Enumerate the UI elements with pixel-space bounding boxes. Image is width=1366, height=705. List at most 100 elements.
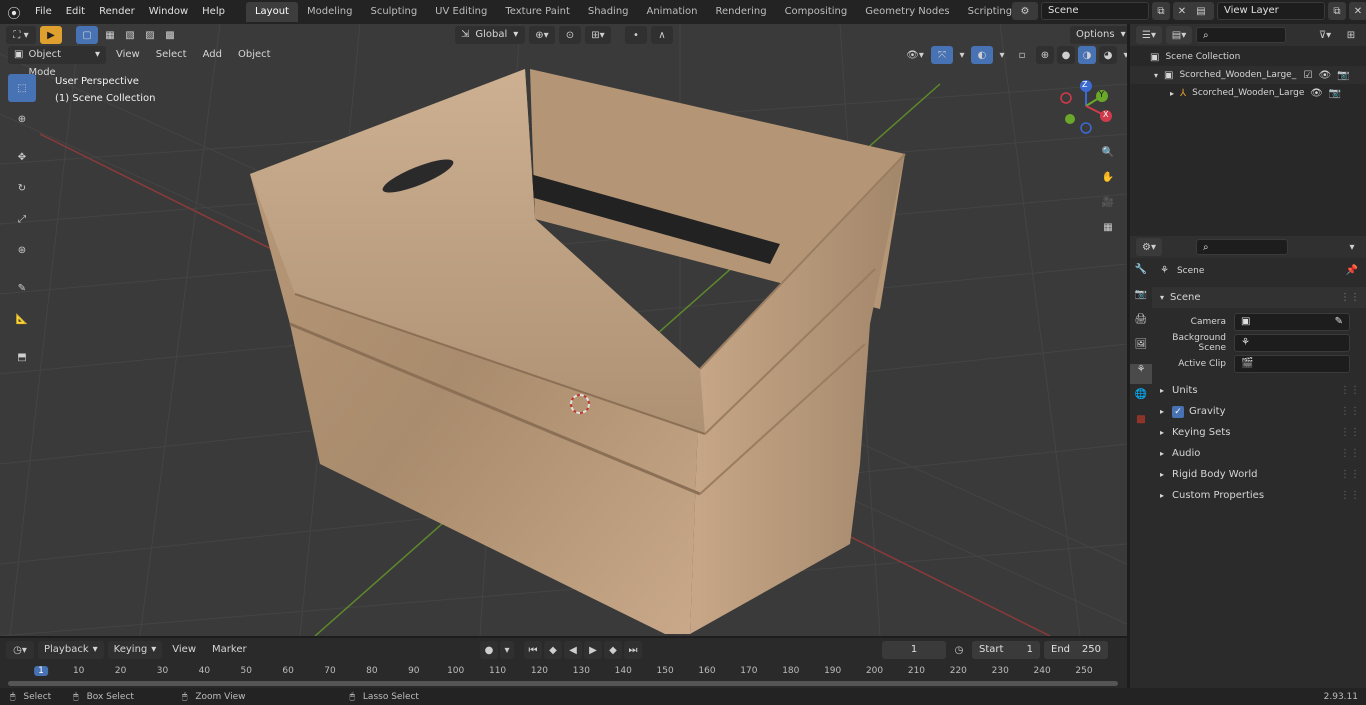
drag-handle-icon[interactable]: ⋮⋮ bbox=[1340, 406, 1366, 417]
menu-help[interactable]: Help bbox=[195, 2, 232, 22]
tab-uv-editing[interactable]: UV Editing bbox=[426, 2, 496, 22]
drag-handle-icon[interactable]: ⋮⋮ bbox=[1340, 448, 1366, 459]
marker-menu[interactable]: Marker bbox=[206, 641, 253, 659]
overlays-toggle-icon[interactable]: ◐ bbox=[971, 46, 993, 64]
menu-select[interactable]: Select bbox=[150, 46, 193, 64]
mode-dropdown[interactable]: ▣ Object Mode ▾ bbox=[8, 46, 106, 78]
eye-icon[interactable]: 👁 bbox=[1310, 88, 1323, 99]
shading-wireframe-icon[interactable]: ⊕ bbox=[1036, 46, 1054, 64]
play-icon[interactable]: ▶ bbox=[584, 641, 602, 659]
menu-render[interactable]: Render bbox=[92, 2, 142, 22]
perspective-grid-icon[interactable]: ▦ bbox=[1097, 216, 1119, 238]
outliner-row[interactable]: ▾ ▣ Scorched_Wooden_Large_Hig ☑ 👁 📷 bbox=[1130, 66, 1366, 84]
scene-selector-icon[interactable]: ⚙ bbox=[1012, 2, 1038, 20]
record-dropdown-icon[interactable]: ▾ bbox=[500, 641, 514, 659]
filter-icon[interactable]: ⊽▾ bbox=[1312, 26, 1338, 44]
select-subtract-icon[interactable]: ▧ bbox=[122, 26, 138, 44]
transform-tool-icon[interactable]: ⊛ bbox=[8, 236, 36, 264]
gravity-checkbox[interactable]: ✓ bbox=[1172, 405, 1184, 418]
camera-field[interactable]: ▣ ✎ bbox=[1234, 312, 1350, 331]
scale-tool-icon[interactable]: ⤢ bbox=[8, 205, 36, 233]
menu-add[interactable]: Add bbox=[197, 46, 228, 64]
menu-view[interactable]: View bbox=[110, 46, 146, 64]
tab-sculpting[interactable]: Sculpting bbox=[361, 2, 426, 22]
gizmo-dropdown-icon[interactable]: ▾ bbox=[956, 46, 968, 64]
panel-keying-sets[interactable]: ▸ Keying Sets ⋮⋮ bbox=[1152, 422, 1366, 443]
play-reverse-icon[interactable]: ◀ bbox=[564, 641, 582, 659]
snap-target-icon[interactable]: ⊞▾ bbox=[585, 26, 611, 44]
select-intersect-icon[interactable]: ▩ bbox=[162, 26, 178, 44]
tab-rendering[interactable]: Rendering bbox=[706, 2, 775, 22]
orientation-dropdown[interactable]: ⇲ Global ▾ bbox=[455, 26, 525, 44]
scene-tab-icon[interactable]: ⚘ bbox=[1130, 364, 1152, 384]
eyedropper-icon[interactable]: ✎ bbox=[1335, 314, 1343, 330]
panel-gravity[interactable]: ▸ ✓ Gravity ⋮⋮ bbox=[1152, 401, 1366, 422]
texture-tab-icon[interactable]: ▩ bbox=[1136, 414, 1145, 434]
pin-icon[interactable]: 📌 bbox=[1346, 265, 1366, 276]
annotate-tool-icon[interactable]: ✎ bbox=[8, 274, 36, 302]
proportional-edit-icon[interactable]: • bbox=[625, 26, 647, 44]
shading-dropdown-icon[interactable]: ▾ bbox=[1120, 46, 1127, 64]
tab-animation[interactable]: Animation bbox=[638, 2, 707, 22]
expand-arrow-icon[interactable]: ▾ bbox=[1160, 293, 1164, 302]
drag-handle-icon[interactable]: ⋮⋮ bbox=[1340, 385, 1366, 396]
prev-keyframe-icon[interactable]: ◆ bbox=[544, 641, 562, 659]
rotate-tool-icon[interactable]: ↻ bbox=[8, 174, 36, 202]
xray-icon[interactable]: ▫ bbox=[1011, 46, 1033, 64]
select-extend-icon[interactable]: ▦ bbox=[102, 26, 118, 44]
drag-handle-icon[interactable]: ⋮⋮ bbox=[1340, 427, 1366, 438]
menu-object[interactable]: Object bbox=[232, 46, 277, 64]
delete-view-layer-icon[interactable]: ✕ bbox=[1349, 2, 1366, 20]
chevron-down-icon[interactable]: ▾ bbox=[1344, 238, 1360, 256]
outliner-editor-type-icon[interactable]: ☰▾ bbox=[1136, 26, 1162, 44]
camera-icon[interactable]: 📷 bbox=[1337, 70, 1349, 81]
camera-icon[interactable]: 📷 bbox=[1329, 88, 1341, 99]
select-new-icon[interactable]: ▢ bbox=[76, 26, 98, 44]
keying-menu[interactable]: Keying ▾ bbox=[107, 641, 163, 659]
timeline-editor-type-icon[interactable]: ◷▾ bbox=[6, 641, 34, 659]
options-button[interactable]: Options ▾ bbox=[1070, 26, 1127, 44]
tool-tab-icon[interactable]: 🔧 bbox=[1135, 264, 1147, 284]
move-tool-icon[interactable]: ✥ bbox=[8, 143, 36, 171]
navigation-gizmo[interactable]: Z Y X bbox=[1058, 76, 1118, 136]
add-cube-tool-icon[interactable]: ⬒ bbox=[8, 343, 36, 371]
view-layer-field[interactable]: View Layer bbox=[1217, 2, 1325, 20]
panel-units[interactable]: ▸ Units ⋮⋮ bbox=[1152, 380, 1366, 401]
playback-menu[interactable]: Playback ▾ bbox=[38, 641, 104, 659]
background-scene-field[interactable]: ⚘ bbox=[1234, 333, 1350, 352]
visibility-icon[interactable]: 👁▾ bbox=[902, 46, 928, 64]
outliner-search-input[interactable]: ⌕ bbox=[1196, 27, 1286, 43]
select-box-tool-icon[interactable]: ⬚ bbox=[8, 74, 36, 102]
jump-end-icon[interactable]: ⏭ bbox=[624, 641, 642, 659]
outliner-row[interactable]: ▸ ⅄ Scorched_Wooden_Large 👁 📷 bbox=[1130, 84, 1366, 102]
panel-custom-properties[interactable]: ▸ Custom Properties ⋮⋮ bbox=[1152, 485, 1366, 506]
overlays-dropdown-icon[interactable]: ▾ bbox=[996, 46, 1008, 64]
menu-edit[interactable]: Edit bbox=[59, 2, 92, 22]
clock-icon[interactable]: ◷ bbox=[950, 641, 968, 659]
display-mode-icon[interactable]: ▤▾ bbox=[1166, 26, 1192, 44]
scene-field[interactable]: Scene bbox=[1041, 2, 1149, 20]
timeline-scrollbar[interactable] bbox=[8, 681, 1118, 686]
panel-audio[interactable]: ▸ Audio ⋮⋮ bbox=[1152, 443, 1366, 464]
cursor-tool-icon[interactable]: ⊕ bbox=[8, 105, 36, 133]
world-tab-icon[interactable]: 🌐 bbox=[1135, 389, 1147, 409]
active-clip-field[interactable]: 🎬 bbox=[1234, 354, 1350, 373]
shading-solid-icon[interactable]: ● bbox=[1057, 46, 1075, 64]
tab-modeling[interactable]: Modeling bbox=[298, 2, 362, 22]
end-frame-field[interactable]: End 250 bbox=[1044, 641, 1108, 659]
properties-editor-type-icon[interactable]: ⚙▾ bbox=[1136, 238, 1162, 256]
falloff-icon[interactable]: ∧ bbox=[651, 26, 673, 44]
shading-rendered-icon[interactable]: ◕ bbox=[1099, 46, 1117, 64]
current-frame-field[interactable]: 1 bbox=[882, 641, 946, 659]
shading-material-icon[interactable]: ◑ bbox=[1078, 46, 1096, 64]
camera-view-icon[interactable]: 🎥 bbox=[1097, 191, 1119, 213]
checkbox-icon[interactable]: ☑ bbox=[1303, 70, 1312, 81]
select-invert-icon[interactable]: ▨ bbox=[142, 26, 158, 44]
timeline-view-menu[interactable]: View bbox=[166, 641, 202, 659]
eye-icon[interactable]: 👁 bbox=[1318, 70, 1331, 81]
view-layer-tab-icon[interactable]: 🖼 bbox=[1135, 339, 1148, 359]
editor-type-icon[interactable]: ⛶ ▾ bbox=[6, 26, 36, 44]
properties-search-input[interactable]: ⌕ bbox=[1196, 239, 1288, 255]
new-view-layer-icon[interactable]: ⧉ bbox=[1328, 2, 1346, 20]
panel-rigid-body-world[interactable]: ▸ Rigid Body World ⋮⋮ bbox=[1152, 464, 1366, 485]
